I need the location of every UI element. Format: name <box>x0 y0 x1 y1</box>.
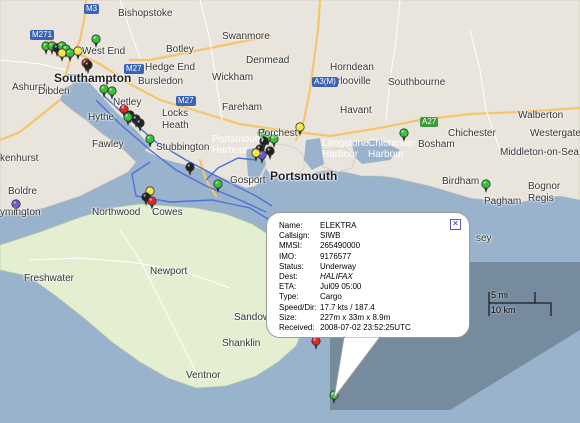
place-label-chichester-harbour: Chichester Harbour <box>368 138 416 160</box>
info-row: Speed/Dir: 17.7 kts / 187.4 <box>279 303 459 313</box>
info-field-key: Type: <box>279 292 299 302</box>
place-label-sey: sey <box>476 233 492 244</box>
road-shield-m27b: M27 <box>176 96 196 106</box>
place-label-northwood: Northwood <box>92 207 141 218</box>
info-row: Type: Cargo <box>279 292 459 302</box>
info-field-value: ELEKTRA <box>320 221 357 230</box>
info-row: Name: ELEKTRA <box>279 221 459 231</box>
place-label-birdham: Birdham <box>442 176 480 187</box>
info-field-value: SIWB <box>320 231 341 241</box>
place-label-boldre: Boldre <box>8 186 37 197</box>
place-label-west-end: West End <box>82 46 126 57</box>
place-label-southbourne: Southbourne <box>388 77 446 88</box>
info-field-key: IMO: <box>279 251 297 261</box>
map-view[interactable]: Bishopstoke Swanmore West End Botley Denmead… <box>0 0 580 423</box>
info-row: MMSI: 265490000 <box>279 241 459 251</box>
place-label-netley: Netley <box>113 97 142 108</box>
info-field-key: Received: <box>279 323 315 333</box>
place-label-bosham: Bosham <box>418 139 455 150</box>
info-row: Dest: HALIFAX <box>279 272 459 282</box>
place-label-hythe: Hythe <box>88 112 115 123</box>
info-field-key: Dest: <box>279 272 298 282</box>
info-field-value: 9176577 <box>320 251 352 261</box>
place-label-enhurst: kenhurst <box>0 153 39 164</box>
info-field-value: Jul09 05:00 <box>320 282 362 292</box>
info-field-value: 2008-07-02 23:52:25UTC <box>320 323 411 333</box>
place-label-freshwater: Freshwater <box>24 273 75 284</box>
place-label-cowes: Cowes <box>152 207 183 218</box>
info-field-value: 265490000 <box>320 241 361 251</box>
place-label-bognor: Bognor Regis <box>528 181 561 204</box>
close-icon[interactable]: ✕ <box>450 219 461 230</box>
place-label-swanmore: Swanmore <box>222 31 270 42</box>
info-field-value: 17.7 kts / 187.4 <box>320 302 375 312</box>
place-label-chichester: Chichester <box>448 128 496 139</box>
place-label-lymington: ymington <box>0 207 41 218</box>
place-label-portsmouth-harbour: Portsmouth Harbour <box>212 134 264 156</box>
info-row: ETA: Jul09 05:00 <box>279 282 459 292</box>
info-field-value: HALIFAX <box>320 272 353 282</box>
info-field-value: Underway <box>320 261 357 271</box>
place-label-portsmouth: Portsmouth <box>270 169 338 183</box>
road-shield-m3: M3 <box>84 4 100 14</box>
place-label-fawley: Fawley <box>92 139 124 150</box>
place-label-walberton: Walberton <box>518 110 564 121</box>
place-label-horndean: Horndean <box>330 62 374 73</box>
info-field-value: Cargo <box>320 292 342 302</box>
scale-bar-lines <box>488 292 552 316</box>
info-field-key: Callsign: <box>279 231 310 241</box>
place-label-locks-heath: Locks Heath <box>162 108 189 131</box>
place-label-pagham: Pagham <box>484 196 522 207</box>
place-label-middleton: Middleton-on-Sea <box>500 147 579 158</box>
info-field-key: Name: <box>279 221 303 230</box>
place-label-porchester: Porchest <box>258 128 298 139</box>
place-label-newport: Newport <box>150 266 188 277</box>
place-label-stubbington: Stubbington <box>156 142 210 153</box>
place-label-havant: Havant <box>340 105 372 116</box>
info-row: IMO: 9176577 <box>279 252 459 262</box>
info-field-key: Speed/Dir: <box>279 302 317 312</box>
road-shield-m27a: M27 <box>124 64 144 74</box>
info-row: Status: Underway <box>279 262 459 272</box>
place-label-fareham: Fareham <box>222 102 263 113</box>
place-label-wickham: Wickham <box>212 72 254 83</box>
road-shield-a3m: A3(M) <box>312 77 338 87</box>
place-label-langstone-harbour: Langstone Harbour <box>322 138 369 160</box>
info-row: Received: 2008-07-02 23:52:25UTC <box>279 323 459 333</box>
info-field-key: MMSI: <box>279 241 303 251</box>
info-field-key: Status: <box>279 261 304 271</box>
info-field-key: Size: <box>279 312 297 322</box>
place-label-bursledon: Bursledon <box>138 76 184 87</box>
place-label-bishopstoke: Bishopstoke <box>118 8 173 19</box>
place-label-botley: Botley <box>166 44 194 55</box>
road-shield-a27: A27 <box>420 117 439 127</box>
place-label-gosport: Gosport <box>230 175 266 186</box>
info-field-key: ETA: <box>279 282 297 292</box>
info-row: Size: 227m x 33m x 8.9m <box>279 313 459 323</box>
place-label-hedge-end: Hedge End <box>145 62 196 73</box>
place-label-southampton: Southampton <box>54 71 132 85</box>
place-label-westergate: Westergate <box>530 128 580 139</box>
vessel-info-rows: Name: ELEKTRA Callsign: SIWB MMSI: 265490000 I… <box>279 221 459 333</box>
road-shield-m271: M271 <box>30 30 55 40</box>
map-scale: 5 mi 10 km <box>487 290 553 320</box>
vessel-info-window[interactable]: ✕ Name: ELEKTRA Callsign: SIWB MMSI: 26549000… <box>266 212 470 338</box>
place-label-denmead: Denmead <box>246 55 290 66</box>
place-label-ventnor: Ventnor <box>186 370 221 381</box>
place-label-dibden: Dibden <box>38 86 70 97</box>
info-row: Callsign: SIWB <box>279 231 459 241</box>
place-label-shanklin: Shanklin <box>222 338 261 349</box>
info-field-value: 227m x 33m x 8.9m <box>320 312 391 322</box>
